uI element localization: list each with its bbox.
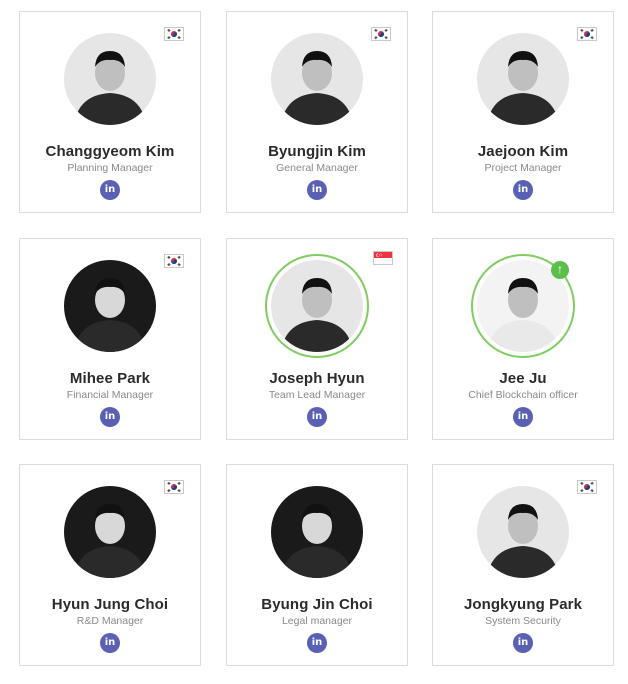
member-name: Jongkyung Park bbox=[463, 596, 583, 613]
korea-flag-icon bbox=[371, 27, 391, 41]
avatar bbox=[271, 260, 363, 352]
arrow-up-icon: ↑ bbox=[551, 261, 569, 279]
linkedin-icon[interactable]: in bbox=[307, 407, 327, 427]
avatar bbox=[64, 486, 156, 578]
member-role: Chief Blockchain officer bbox=[468, 389, 578, 401]
team-member-card: Mihee Park Financial Manager in bbox=[19, 238, 201, 440]
linkedin-icon[interactable]: in bbox=[513, 633, 533, 653]
korea-flag-icon bbox=[577, 480, 597, 494]
linkedin-icon[interactable]: in bbox=[100, 407, 120, 427]
team-member-card: ↑ Jee Ju Chief Blockchain officer in bbox=[432, 238, 614, 440]
linkedin-icon[interactable]: in bbox=[513, 180, 533, 200]
team-member-card: Hyun Jung Choi R&D Manager in bbox=[19, 464, 201, 666]
linkedin-icon[interactable]: in bbox=[100, 633, 120, 653]
team-member-card: Byung Jin Choi Legal manager in bbox=[226, 464, 408, 666]
team-member-card: Jaejoon Kim Project Manager in bbox=[432, 11, 614, 213]
team-member-card: Jongkyung Park System Security in bbox=[432, 464, 614, 666]
korea-flag-icon bbox=[164, 27, 184, 41]
linkedin-icon[interactable]: in bbox=[307, 180, 327, 200]
korea-flag-icon bbox=[164, 254, 184, 268]
member-role: Legal manager bbox=[281, 615, 353, 627]
korea-flag-icon bbox=[164, 480, 184, 494]
member-name: Byung Jin Choi bbox=[261, 596, 373, 613]
member-role: Planning Manager bbox=[67, 162, 153, 174]
member-role: Financial Manager bbox=[66, 389, 154, 401]
avatar bbox=[64, 33, 156, 125]
member-name: Changgyeom Kim bbox=[45, 143, 175, 160]
member-role: R&D Manager bbox=[76, 615, 144, 627]
member-name: Mihee Park bbox=[69, 370, 151, 387]
avatar bbox=[64, 260, 156, 352]
avatar bbox=[271, 33, 363, 125]
linkedin-icon[interactable]: in bbox=[513, 407, 533, 427]
avatar bbox=[477, 486, 569, 578]
member-name: Jee Ju bbox=[499, 370, 547, 387]
avatar bbox=[271, 486, 363, 578]
member-name: Byungjin Kim bbox=[268, 143, 366, 160]
member-role: Team Lead Manager bbox=[268, 389, 366, 401]
linkedin-icon[interactable]: in bbox=[100, 180, 120, 200]
singapore-flag-icon bbox=[373, 251, 393, 265]
team-member-card: Byungjin Kim General Manager in bbox=[226, 11, 408, 213]
avatar bbox=[477, 33, 569, 125]
team-member-card: Changgyeom Kim Planning Manager in bbox=[19, 11, 201, 213]
korea-flag-icon bbox=[577, 27, 597, 41]
linkedin-icon[interactable]: in bbox=[307, 633, 327, 653]
member-name: Joseph Hyun bbox=[269, 370, 365, 387]
team-member-card: Joseph Hyun Team Lead Manager in bbox=[226, 238, 408, 440]
member-name: Hyun Jung Choi bbox=[51, 596, 169, 613]
member-role: System Security bbox=[485, 615, 561, 627]
member-role: General Manager bbox=[276, 162, 358, 174]
member-role: Project Manager bbox=[484, 162, 562, 174]
member-name: Jaejoon Kim bbox=[477, 143, 569, 160]
